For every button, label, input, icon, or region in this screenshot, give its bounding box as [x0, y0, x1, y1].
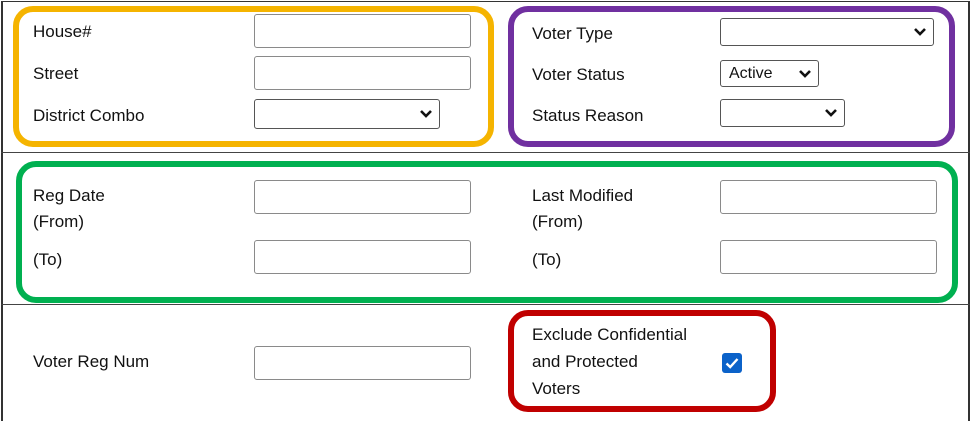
voter-status-value: Active	[729, 64, 773, 82]
last-modified-from-label: (From)	[532, 212, 583, 231]
chevron-down-icon	[914, 28, 926, 36]
checkmark-icon	[725, 358, 739, 369]
voter-reg-num-label: Voter Reg Num	[33, 352, 150, 371]
district-combo-select[interactable]	[254, 99, 440, 129]
chevron-down-icon	[799, 69, 811, 78]
house-number-label: House#	[33, 22, 92, 41]
reg-date-to-input[interactable]	[254, 240, 471, 274]
exclude-confidential-label-line2: and Protected	[532, 352, 638, 371]
last-modified-to-label: (To)	[532, 250, 562, 269]
reg-date-label: Reg Date	[33, 186, 105, 205]
last-modified-to-input[interactable]	[720, 240, 937, 274]
status-reason-label: Status Reason	[532, 106, 644, 125]
district-combo-label: District Combo	[33, 106, 145, 125]
voter-status-select[interactable]: Active	[720, 60, 819, 87]
exclude-confidential-label-line1: Exclude Confidential	[532, 325, 687, 344]
section-divider	[1, 304, 970, 305]
chevron-down-icon	[825, 109, 837, 117]
exclude-confidential-label-line3: Voters	[532, 379, 581, 398]
reg-date-from-label: (From)	[33, 212, 84, 231]
status-reason-select[interactable]	[720, 99, 845, 127]
reg-date-from-input[interactable]	[254, 180, 471, 214]
section-divider	[1, 152, 970, 153]
voter-status-label: Voter Status	[532, 65, 625, 84]
exclude-confidential-checkbox[interactable]	[722, 353, 742, 373]
voter-reg-num-input[interactable]	[254, 346, 471, 380]
reg-date-to-label: (To)	[33, 250, 63, 269]
voter-type-label: Voter Type	[532, 24, 613, 43]
voter-type-select[interactable]	[720, 18, 934, 46]
street-label: Street	[33, 64, 79, 83]
house-number-input[interactable]	[254, 14, 471, 48]
last-modified-label: Last Modified	[532, 186, 634, 205]
street-input[interactable]	[254, 56, 471, 90]
last-modified-from-input[interactable]	[720, 180, 937, 214]
chevron-down-icon	[420, 110, 432, 118]
